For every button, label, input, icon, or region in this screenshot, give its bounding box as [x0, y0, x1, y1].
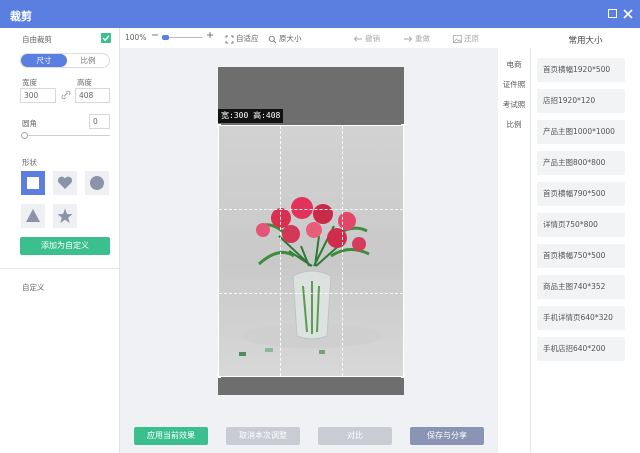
radius-slider-track — [25, 135, 110, 136]
cancel-adjust-button[interactable]: 取消本次调整 — [226, 427, 300, 445]
redo-arrow-icon — [404, 36, 413, 42]
height-input[interactable]: 408 — [75, 88, 110, 103]
apply-button[interactable]: 应用当前效果 — [134, 427, 208, 445]
category-tabs: 电商 证件照 考试照 比例 — [498, 48, 530, 453]
size-item[interactable]: 手机店招640*200 — [537, 337, 625, 361]
mode-segment: 尺寸 比例 — [20, 53, 110, 68]
grid-line — [342, 126, 343, 376]
custom-label: 自定义 — [22, 283, 45, 292]
crop-handle-top-left[interactable] — [217, 124, 221, 128]
free-crop-label: 自由裁剪 — [22, 35, 52, 44]
circle-icon — [90, 176, 104, 190]
crop-handle-top-right[interactable] — [401, 124, 405, 128]
size-item[interactable]: 产品主图1000*1000 — [537, 120, 625, 144]
width-label: 宽度 — [22, 78, 37, 87]
image-container: 宽:300 高:408 — [217, 67, 405, 395]
tab-id-photo[interactable]: 证件照 — [498, 79, 530, 90]
size-item[interactable]: 产品主图800*800 — [537, 151, 625, 175]
image-icon — [453, 35, 462, 43]
size-item[interactable]: 首页横幅750*500 — [537, 244, 625, 268]
fit-button[interactable]: 自适应 — [225, 33, 259, 44]
radius-slider-handle[interactable] — [21, 132, 28, 139]
zoom-value: 100% — [125, 33, 147, 42]
link-icon[interactable] — [61, 90, 71, 100]
tab-size[interactable]: 尺寸 — [21, 54, 67, 67]
shape-triangle[interactable] — [21, 204, 45, 228]
magnifier-icon — [268, 35, 277, 43]
zoom-out-button[interactable] — [151, 31, 159, 42]
save-share-button[interactable]: 保存与分享 — [410, 427, 484, 445]
shape-square[interactable] — [21, 171, 45, 195]
size-item[interactable]: 首页横幅790*500 — [537, 182, 625, 206]
close-button[interactable] — [622, 8, 634, 20]
left-divider — [0, 268, 120, 269]
square-icon — [27, 177, 39, 189]
close-icon — [623, 9, 633, 19]
shape-heart[interactable] — [53, 171, 77, 195]
shape-star[interactable] — [53, 204, 77, 228]
toolbar: 100% 自适应 原大小 撤销 重做 还原 — [120, 28, 498, 48]
tab-ratio[interactable]: 比例 — [67, 54, 109, 67]
check-icon — [102, 35, 110, 42]
canvas-area: 宽:300 高:408 应用当前效果 取消本次调整 对比 保存与分享 — [120, 48, 498, 453]
shape-circle[interactable] — [85, 171, 109, 195]
size-item[interactable]: 商品主图740*352 — [537, 275, 625, 299]
shape-label: 形状 — [22, 158, 37, 167]
add-custom-button[interactable]: 添加为自定义 — [20, 237, 110, 255]
crop-size-label: 宽:300 高:408 — [218, 109, 284, 123]
heart-icon — [57, 176, 73, 189]
undo-label: 撤销 — [365, 34, 380, 43]
star-icon — [57, 208, 73, 223]
width-input[interactable]: 300 — [20, 88, 56, 103]
redo-button[interactable]: 重做 — [403, 33, 430, 44]
undo-arrow-icon — [353, 36, 362, 42]
original-size-button[interactable]: 原大小 — [268, 33, 302, 44]
size-item[interactable]: 首页横幅1920*500 — [537, 58, 625, 82]
window-title: 裁剪 — [10, 10, 32, 23]
zoom-in-button[interactable] — [206, 31, 214, 41]
height-label: 高度 — [77, 78, 92, 87]
size-item[interactable]: 店招1920*120 — [537, 89, 625, 113]
plus-icon — [207, 32, 213, 38]
radius-input[interactable]: 0 — [89, 114, 110, 129]
restore-label: 还原 — [464, 34, 479, 43]
size-item[interactable]: 手机详情页640*320 — [537, 306, 625, 330]
tabs-divider — [530, 48, 531, 453]
crop-handle-bottom-left[interactable] — [217, 374, 221, 378]
fit-label: 自适应 — [236, 34, 259, 43]
fit-icon — [225, 35, 234, 43]
redo-label: 重做 — [415, 34, 430, 43]
left-panel: 自由裁剪 尺寸 比例 宽度 高度 300 408 圆角 0 形状 添加为自定义 … — [0, 28, 120, 453]
maximize-icon — [608, 9, 617, 18]
radius-label: 圆角 — [22, 119, 37, 128]
crop-handle-bottom-right[interactable] — [401, 374, 405, 378]
crop-area[interactable] — [218, 125, 404, 377]
triangle-icon — [26, 209, 40, 222]
compare-button[interactable]: 对比 — [318, 427, 392, 445]
undo-button[interactable]: 撤销 — [353, 33, 380, 44]
zoom-slider-track — [169, 37, 203, 38]
title-bar: 裁剪 — [0, 0, 640, 28]
grid-line — [219, 293, 403, 294]
common-sizes-title: 常用大小 — [568, 36, 603, 46]
original-size-label: 原大小 — [279, 34, 302, 43]
flower-bouquet-image — [239, 197, 382, 356]
grid-line — [280, 126, 281, 376]
tab-ratio-preset[interactable]: 比例 — [498, 119, 530, 130]
tab-exam-photo[interactable]: 考试照 — [498, 99, 530, 110]
free-crop-checkbox[interactable] — [101, 33, 111, 43]
maximize-button[interactable] — [607, 8, 619, 20]
size-item[interactable]: 详情页750*800 — [537, 213, 625, 237]
minus-icon — [152, 34, 158, 36]
grid-line — [219, 209, 403, 210]
zoom-slider-handle[interactable] — [162, 35, 169, 40]
restore-button[interactable]: 还原 — [453, 33, 479, 44]
tab-ecommerce[interactable]: 电商 — [498, 59, 530, 70]
